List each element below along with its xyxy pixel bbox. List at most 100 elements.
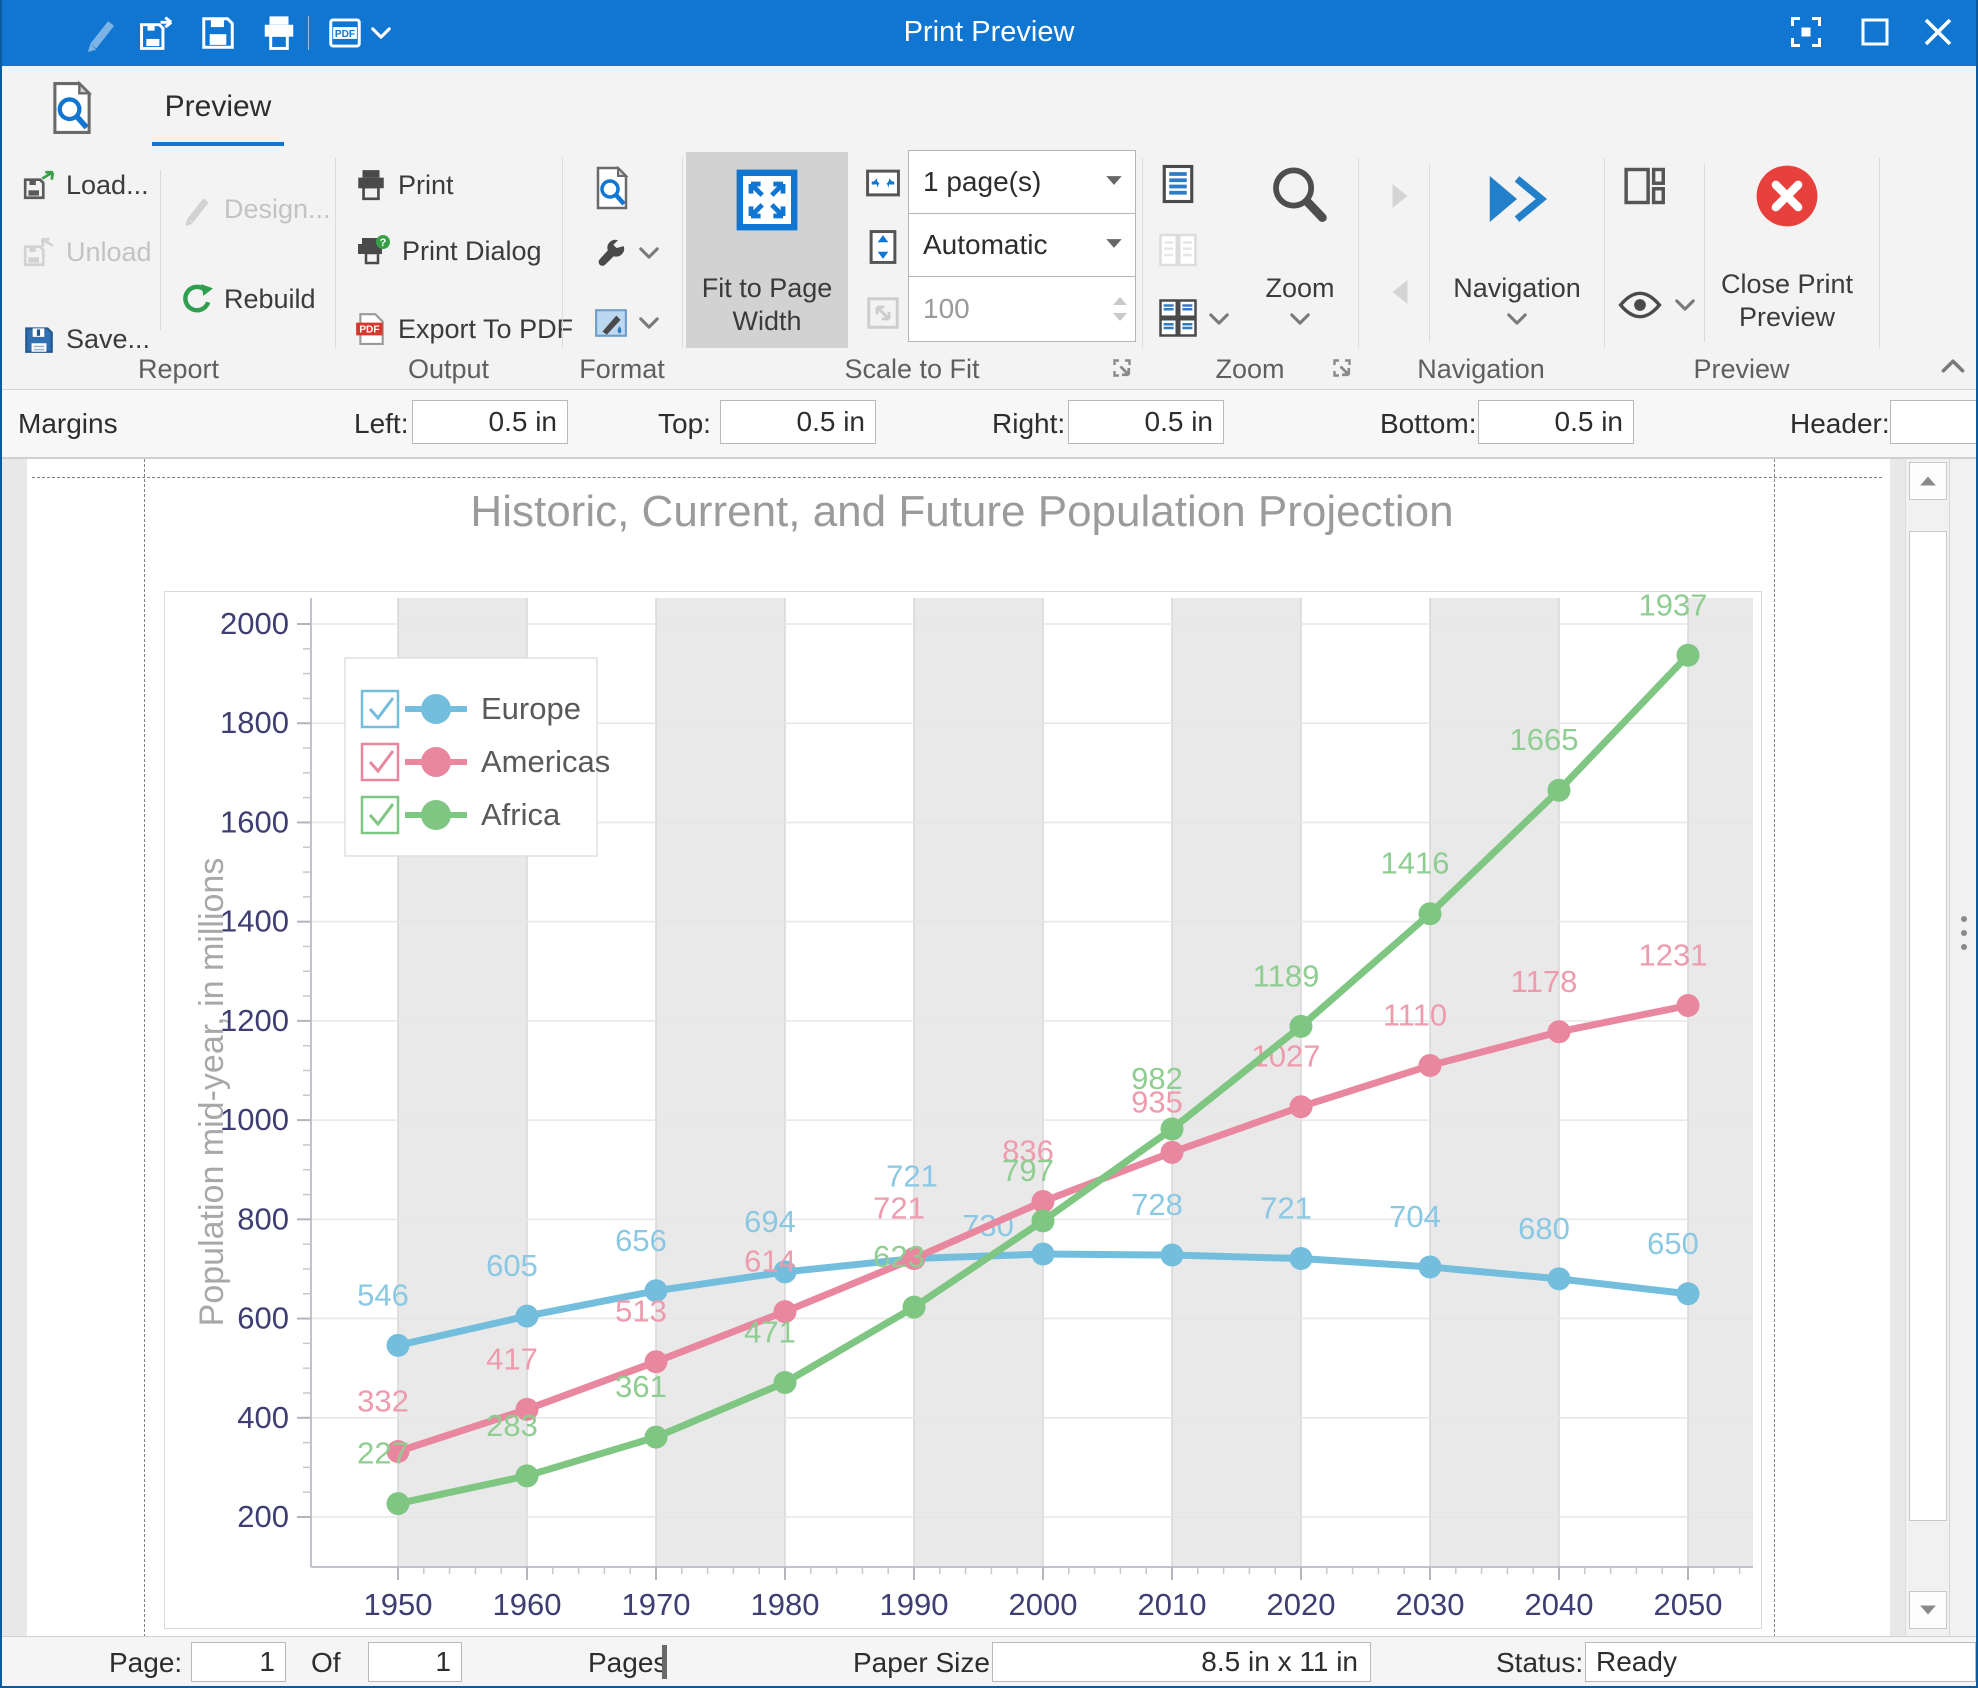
- rebuild-button[interactable]: Rebuild: [180, 282, 316, 316]
- load-button[interactable]: Load...: [22, 168, 149, 202]
- watermark-button[interactable]: [594, 306, 660, 340]
- statusbar-splitter[interactable]: [662, 1645, 667, 1679]
- tab-preview[interactable]: Preview: [152, 90, 284, 124]
- fit-height-combo[interactable]: Automatic: [908, 213, 1136, 277]
- x-tick-label: 2050: [1654, 1587, 1723, 1622]
- legend-checkbox: [362, 691, 398, 727]
- legend-marker-circle: [421, 800, 451, 830]
- print-dialog-button[interactable]: Print Dialog: [354, 234, 542, 268]
- data-point-marker: [1419, 1054, 1442, 1077]
- data-point-label: 417: [486, 1341, 538, 1376]
- legend-marker-circle: [421, 747, 451, 777]
- population-line-chart: 2004006008001000120014001600180020001950…: [165, 592, 1761, 1628]
- right-margin-guide: [1774, 459, 1775, 1637]
- maximize-icon[interactable]: [1857, 14, 1893, 50]
- design-icon: [180, 192, 214, 226]
- printer-icon: [354, 168, 388, 202]
- data-point-marker: [387, 1334, 410, 1357]
- vertical-scrollbar[interactable]: [1905, 459, 1949, 1637]
- print-preview-window: Print Preview Preview Load... Unload Sav…: [0, 0, 1978, 1688]
- window-title: Print Preview: [2, 16, 1976, 49]
- page-setup-icon[interactable]: [594, 166, 630, 210]
- data-point-label: 1416: [1381, 846, 1450, 881]
- paper-size-value: 8.5 in x 11 in: [992, 1642, 1371, 1682]
- top-margin-guide: [32, 477, 1882, 478]
- scrollbar-thumb[interactable]: [1909, 531, 1947, 1521]
- left-margin-field[interactable]: 0.5 in: [412, 400, 568, 444]
- app-button document-magnifier-icon[interactable]: [50, 80, 94, 136]
- y-tick-label: 1800: [220, 705, 289, 740]
- fit-to-page-width-button[interactable]: Fit to Page Width: [686, 152, 848, 348]
- fit-pages-combo[interactable]: 1 page(s): [908, 150, 1136, 214]
- data-point-marker: [1419, 1255, 1442, 1278]
- rebuild-icon: [180, 282, 214, 316]
- data-point-marker: [1548, 1267, 1571, 1290]
- data-point-label: 680: [1518, 1211, 1570, 1246]
- previous-page-icon: [1388, 276, 1412, 308]
- tab-row: Preview: [2, 66, 1976, 150]
- data-point-label: 623: [873, 1239, 925, 1274]
- data-point-label: 704: [1389, 1199, 1441, 1234]
- margins-label: Margins: [18, 408, 118, 440]
- chevron-down-icon: [1506, 312, 1528, 326]
- data-point-marker: [1548, 1020, 1571, 1043]
- scale-to-fit-dialog-launcher-icon[interactable]: [1110, 356, 1134, 380]
- snap-layout-icon[interactable]: [1788, 14, 1824, 50]
- top-margin-field[interactable]: 0.5 in: [720, 400, 876, 444]
- right-margin-field[interactable]: 0.5 in: [1068, 400, 1224, 444]
- multiple-pages-view-icon[interactable]: [1158, 298, 1198, 338]
- scroll-down-button[interactable]: [1909, 1591, 1947, 1629]
- export-to-pdf-button[interactable]: Export To PDF: [354, 312, 573, 346]
- legend-marker-circle: [421, 694, 451, 724]
- page-count-field[interactable]: 1: [368, 1642, 462, 1682]
- data-point-label: 1110: [1383, 998, 1447, 1033]
- x-tick-label: 2010: [1138, 1587, 1207, 1622]
- page-layout-icon[interactable]: [1622, 164, 1666, 208]
- zoom-dialog-launcher-icon[interactable]: [1330, 356, 1354, 380]
- x-tick-label: 2040: [1525, 1587, 1594, 1622]
- close-print-preview-button[interactable]: Close Print Preview: [1712, 152, 1862, 348]
- preview-area: Historic, Current, and Future Population…: [2, 458, 1976, 1636]
- data-point-label: 1178: [1511, 964, 1578, 999]
- data-point-label: 546: [357, 1277, 409, 1312]
- header-margin-field[interactable]: [1890, 400, 1978, 444]
- collapsed-side-panel: [1949, 459, 1978, 1637]
- fit-width-icon: [864, 164, 902, 202]
- data-point-label: 694: [744, 1204, 796, 1239]
- page-number-field[interactable]: 1: [191, 1642, 286, 1682]
- fit-height-icon: [864, 228, 902, 266]
- data-point-label: 471: [744, 1315, 796, 1350]
- close-icon[interactable]: [1920, 14, 1956, 50]
- decade-band: [914, 598, 1043, 1567]
- save-button[interactable]: Save...: [22, 322, 150, 356]
- data-point-label: 1231: [1639, 938, 1708, 973]
- bottom-margin-field[interactable]: 0.5 in: [1478, 400, 1634, 444]
- collapse-ribbon-icon[interactable]: [1940, 358, 1966, 374]
- data-point-marker: [1032, 1243, 1055, 1266]
- legend-checkbox: [362, 797, 398, 833]
- data-point-label: 797: [1002, 1153, 1054, 1188]
- zoom-button[interactable]: Zoom: [1248, 152, 1352, 348]
- fit-to-page-icon: [735, 168, 799, 232]
- design-button: Design...: [180, 192, 331, 226]
- format-options-button[interactable]: [594, 236, 660, 270]
- x-tick-label: 2020: [1267, 1587, 1336, 1622]
- single-page-view-icon[interactable]: [1158, 164, 1198, 204]
- report-page: Historic, Current, and Future Population…: [27, 459, 1890, 1637]
- scroll-up-button[interactable]: [1909, 462, 1947, 500]
- unload-icon: [22, 235, 56, 269]
- group-caption-output: Output: [335, 354, 562, 385]
- eye-icon[interactable]: [1618, 290, 1662, 320]
- data-point-label: 1937: [1639, 592, 1708, 622]
- navigation-button[interactable]: Navigation: [1442, 152, 1592, 348]
- data-point-label: 614: [744, 1244, 796, 1279]
- panel-grip-dots-icon[interactable]: [1960, 914, 1968, 954]
- data-point-marker: [387, 1492, 410, 1515]
- left-margin-guide: [144, 459, 145, 1637]
- chart-title: Historic, Current, and Future Population…: [164, 487, 1760, 537]
- print-button[interactable]: Print: [354, 168, 454, 202]
- x-tick-label: 1960: [493, 1587, 562, 1622]
- decade-band: [656, 598, 785, 1567]
- paper-size-label: Paper Size:: [853, 1647, 998, 1679]
- spinner-arrows-icon: [1105, 296, 1135, 322]
